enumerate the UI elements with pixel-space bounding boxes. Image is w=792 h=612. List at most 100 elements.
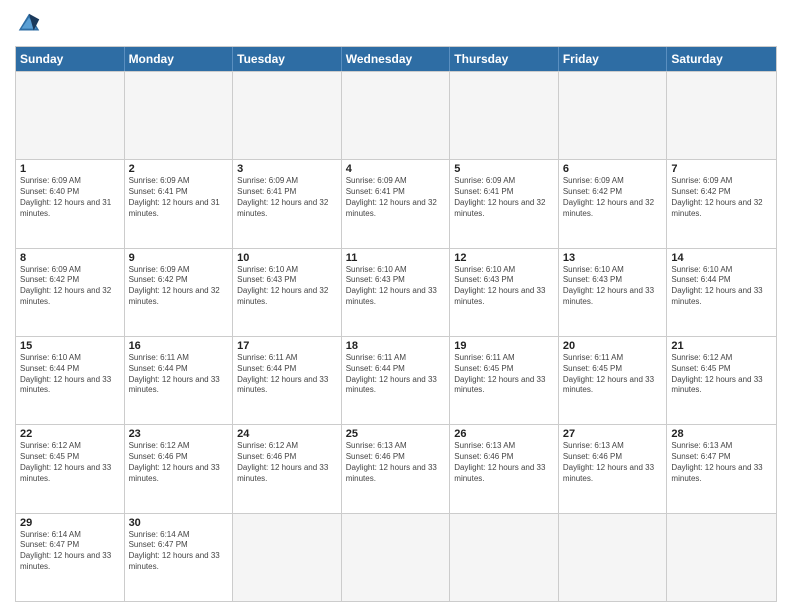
day-number: 5 [454, 163, 554, 175]
header-day-monday: Monday [125, 47, 234, 71]
logo [15, 10, 47, 38]
cal-cell: 15Sunrise: 6:10 AM Sunset: 6:44 PM Dayli… [16, 337, 125, 424]
cell-text: Sunrise: 6:12 AM Sunset: 6:46 PM Dayligh… [237, 441, 337, 484]
cal-cell: 20Sunrise: 6:11 AM Sunset: 6:45 PM Dayli… [559, 337, 668, 424]
calendar-body: 1Sunrise: 6:09 AM Sunset: 6:40 PM Daylig… [16, 71, 776, 601]
cell-text: Sunrise: 6:11 AM Sunset: 6:44 PM Dayligh… [237, 353, 337, 396]
cal-cell: 18Sunrise: 6:11 AM Sunset: 6:44 PM Dayli… [342, 337, 451, 424]
cell-text: Sunrise: 6:11 AM Sunset: 6:45 PM Dayligh… [454, 353, 554, 396]
cell-text: Sunrise: 6:10 AM Sunset: 6:43 PM Dayligh… [563, 265, 663, 308]
cal-cell [667, 514, 776, 601]
cal-cell [233, 514, 342, 601]
day-number: 14 [671, 252, 772, 264]
cell-text: Sunrise: 6:11 AM Sunset: 6:44 PM Dayligh… [129, 353, 229, 396]
day-number: 13 [563, 252, 663, 264]
cell-text: Sunrise: 6:12 AM Sunset: 6:45 PM Dayligh… [671, 353, 772, 396]
header-day-sunday: Sunday [16, 47, 125, 71]
cal-cell: 7Sunrise: 6:09 AM Sunset: 6:42 PM Daylig… [667, 160, 776, 247]
day-number: 19 [454, 340, 554, 352]
cal-cell: 22Sunrise: 6:12 AM Sunset: 6:45 PM Dayli… [16, 425, 125, 512]
cal-cell: 28Sunrise: 6:13 AM Sunset: 6:47 PM Dayli… [667, 425, 776, 512]
cal-cell: 1Sunrise: 6:09 AM Sunset: 6:40 PM Daylig… [16, 160, 125, 247]
cell-text: Sunrise: 6:10 AM Sunset: 6:44 PM Dayligh… [20, 353, 120, 396]
cal-cell: 10Sunrise: 6:10 AM Sunset: 6:43 PM Dayli… [233, 249, 342, 336]
day-number: 26 [454, 428, 554, 440]
cal-cell: 11Sunrise: 6:10 AM Sunset: 6:43 PM Dayli… [342, 249, 451, 336]
cell-text: Sunrise: 6:09 AM Sunset: 6:40 PM Dayligh… [20, 176, 120, 219]
day-number: 2 [129, 163, 229, 175]
cal-cell [450, 72, 559, 159]
day-number: 20 [563, 340, 663, 352]
day-number: 21 [671, 340, 772, 352]
week-row-4: 22Sunrise: 6:12 AM Sunset: 6:45 PM Dayli… [16, 424, 776, 512]
day-number: 3 [237, 163, 337, 175]
day-number: 17 [237, 340, 337, 352]
cal-cell: 13Sunrise: 6:10 AM Sunset: 6:43 PM Dayli… [559, 249, 668, 336]
cell-text: Sunrise: 6:10 AM Sunset: 6:44 PM Dayligh… [671, 265, 772, 308]
header-day-friday: Friday [559, 47, 668, 71]
cell-text: Sunrise: 6:09 AM Sunset: 6:42 PM Dayligh… [20, 265, 120, 308]
cell-text: Sunrise: 6:14 AM Sunset: 6:47 PM Dayligh… [129, 530, 229, 573]
cal-cell: 24Sunrise: 6:12 AM Sunset: 6:46 PM Dayli… [233, 425, 342, 512]
cal-cell: 6Sunrise: 6:09 AM Sunset: 6:42 PM Daylig… [559, 160, 668, 247]
cell-text: Sunrise: 6:10 AM Sunset: 6:43 PM Dayligh… [237, 265, 337, 308]
cal-cell: 12Sunrise: 6:10 AM Sunset: 6:43 PM Dayli… [450, 249, 559, 336]
calendar: SundayMondayTuesdayWednesdayThursdayFrid… [15, 46, 777, 602]
day-number: 1 [20, 163, 120, 175]
day-number: 27 [563, 428, 663, 440]
day-number: 18 [346, 340, 446, 352]
week-row-0 [16, 71, 776, 159]
day-number: 6 [563, 163, 663, 175]
cal-cell [233, 72, 342, 159]
cell-text: Sunrise: 6:09 AM Sunset: 6:42 PM Dayligh… [671, 176, 772, 219]
cell-text: Sunrise: 6:12 AM Sunset: 6:45 PM Dayligh… [20, 441, 120, 484]
cell-text: Sunrise: 6:14 AM Sunset: 6:47 PM Dayligh… [20, 530, 120, 573]
cal-cell [559, 514, 668, 601]
cal-cell: 4Sunrise: 6:09 AM Sunset: 6:41 PM Daylig… [342, 160, 451, 247]
cal-cell: 27Sunrise: 6:13 AM Sunset: 6:46 PM Dayli… [559, 425, 668, 512]
cal-cell: 2Sunrise: 6:09 AM Sunset: 6:41 PM Daylig… [125, 160, 234, 247]
cal-cell [342, 514, 451, 601]
day-number: 8 [20, 252, 120, 264]
header-day-thursday: Thursday [450, 47, 559, 71]
week-row-2: 8Sunrise: 6:09 AM Sunset: 6:42 PM Daylig… [16, 248, 776, 336]
cal-cell: 30Sunrise: 6:14 AM Sunset: 6:47 PM Dayli… [125, 514, 234, 601]
cal-cell: 3Sunrise: 6:09 AM Sunset: 6:41 PM Daylig… [233, 160, 342, 247]
cell-text: Sunrise: 6:12 AM Sunset: 6:46 PM Dayligh… [129, 441, 229, 484]
cal-cell [559, 72, 668, 159]
cell-text: Sunrise: 6:13 AM Sunset: 6:46 PM Dayligh… [454, 441, 554, 484]
cal-cell: 5Sunrise: 6:09 AM Sunset: 6:41 PM Daylig… [450, 160, 559, 247]
cell-text: Sunrise: 6:13 AM Sunset: 6:46 PM Dayligh… [563, 441, 663, 484]
day-number: 11 [346, 252, 446, 264]
cal-cell: 17Sunrise: 6:11 AM Sunset: 6:44 PM Dayli… [233, 337, 342, 424]
cal-cell: 9Sunrise: 6:09 AM Sunset: 6:42 PM Daylig… [125, 249, 234, 336]
cal-cell: 25Sunrise: 6:13 AM Sunset: 6:46 PM Dayli… [342, 425, 451, 512]
day-number: 29 [20, 517, 120, 529]
cell-text: Sunrise: 6:11 AM Sunset: 6:44 PM Dayligh… [346, 353, 446, 396]
cell-text: Sunrise: 6:13 AM Sunset: 6:47 PM Dayligh… [671, 441, 772, 484]
cal-cell: 14Sunrise: 6:10 AM Sunset: 6:44 PM Dayli… [667, 249, 776, 336]
cell-text: Sunrise: 6:11 AM Sunset: 6:45 PM Dayligh… [563, 353, 663, 396]
header-day-tuesday: Tuesday [233, 47, 342, 71]
day-number: 10 [237, 252, 337, 264]
week-row-1: 1Sunrise: 6:09 AM Sunset: 6:40 PM Daylig… [16, 159, 776, 247]
header [15, 10, 777, 38]
cal-cell: 21Sunrise: 6:12 AM Sunset: 6:45 PM Dayli… [667, 337, 776, 424]
day-number: 12 [454, 252, 554, 264]
cal-cell: 23Sunrise: 6:12 AM Sunset: 6:46 PM Dayli… [125, 425, 234, 512]
cal-cell: 26Sunrise: 6:13 AM Sunset: 6:46 PM Dayli… [450, 425, 559, 512]
cell-text: Sunrise: 6:09 AM Sunset: 6:41 PM Dayligh… [237, 176, 337, 219]
header-day-saturday: Saturday [667, 47, 776, 71]
cal-cell [16, 72, 125, 159]
day-number: 30 [129, 517, 229, 529]
day-number: 16 [129, 340, 229, 352]
week-row-5: 29Sunrise: 6:14 AM Sunset: 6:47 PM Dayli… [16, 513, 776, 601]
day-number: 25 [346, 428, 446, 440]
cell-text: Sunrise: 6:09 AM Sunset: 6:41 PM Dayligh… [346, 176, 446, 219]
day-number: 15 [20, 340, 120, 352]
cal-cell [667, 72, 776, 159]
cal-cell: 16Sunrise: 6:11 AM Sunset: 6:44 PM Dayli… [125, 337, 234, 424]
cell-text: Sunrise: 6:09 AM Sunset: 6:41 PM Dayligh… [454, 176, 554, 219]
cal-cell [125, 72, 234, 159]
header-day-wednesday: Wednesday [342, 47, 451, 71]
